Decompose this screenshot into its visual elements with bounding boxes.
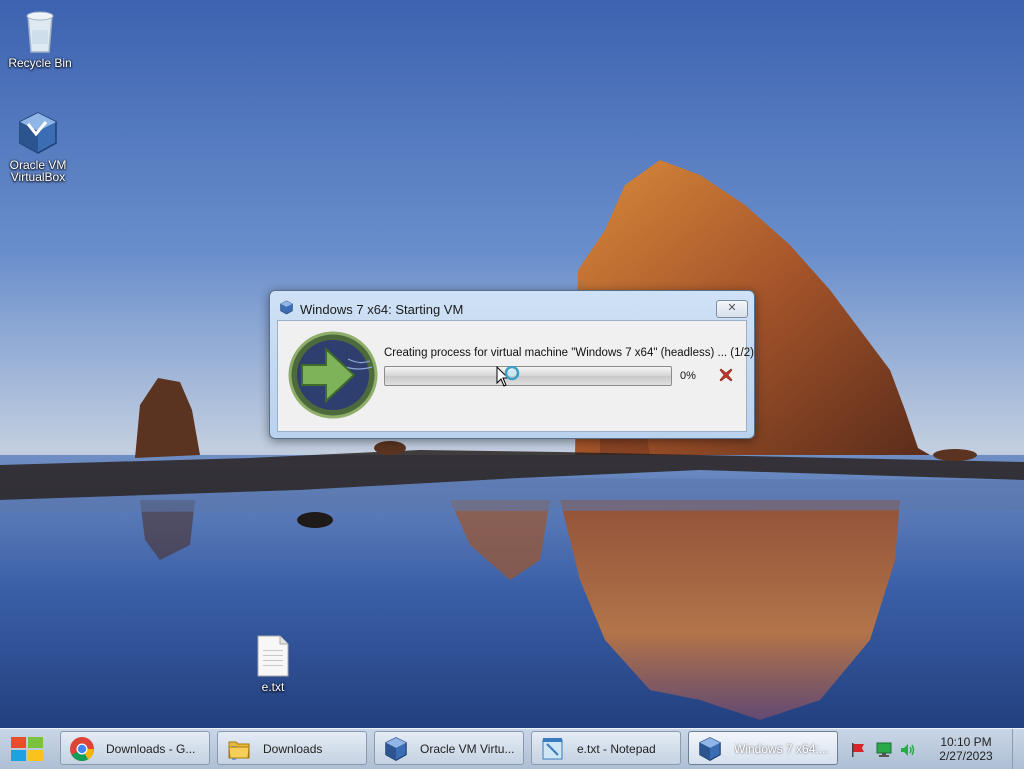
taskbar-clock[interactable]: 10:10 PM 2/27/2023 [928, 735, 1004, 763]
busy-cursor-icon [496, 366, 520, 387]
dialog-titlebar[interactable]: Windows 7 x64: Starting VM ✕ [270, 291, 754, 319]
start-vm-arrow-icon [288, 331, 378, 419]
desktop-icon-virtualbox[interactable]: Oracle VM VirtualBox [0, 110, 78, 183]
taskbar-item-virtualbox-manager[interactable]: Oracle VM Virtu... [374, 731, 524, 765]
close-icon: ✕ [727, 302, 737, 314]
text-file-icon [257, 635, 289, 677]
desktop-icon-label: Oracle VM VirtualBox [9, 158, 67, 184]
folder-icon [228, 741, 250, 760]
taskbar-item-explorer[interactable]: Downloads [217, 731, 367, 765]
taskbar-item-label: Oracle VM Virtu... [420, 742, 515, 756]
chrome-icon [70, 737, 94, 762]
taskbar-item-notepad[interactable]: e.txt - Notepad [531, 731, 681, 765]
clock-date: 2/27/2023 [939, 749, 993, 763]
virtualbox-icon [385, 737, 407, 761]
virtualbox-icon [280, 300, 293, 315]
virtualbox-icon [19, 112, 57, 154]
taskbar: Downloads - G... Downloads Oracle VM Vir… [0, 728, 1024, 769]
show-desktop-button[interactable] [1012, 729, 1024, 769]
dialog-title: Windows 7 x64: Starting VM [300, 302, 464, 317]
clock-time: 10:10 PM [940, 735, 992, 749]
windows-start-icon[interactable] [8, 734, 46, 764]
desktop-icon-recycle-bin[interactable]: Recycle Bin [0, 8, 80, 69]
taskbar-item-label: e.txt - Notepad [577, 742, 656, 756]
progress-bar [384, 366, 672, 386]
network-icon[interactable] [876, 742, 892, 758]
desktop-icon-label: Recycle Bin [8, 56, 72, 70]
progress-percent: 0% [680, 370, 696, 382]
cancel-icon[interactable] [718, 367, 734, 383]
starting-vm-dialog: Windows 7 x64: Starting VM ✕ Creating pr… [269, 290, 755, 439]
taskbar-item-starting-vm[interactable]: Windows 7 x64:... [688, 731, 838, 765]
recycle-bin-icon [26, 11, 54, 53]
taskbar-item-chrome[interactable]: Downloads - G... [60, 731, 210, 765]
dialog-close-button[interactable]: ✕ [716, 300, 748, 318]
taskbar-item-label: Windows 7 x64:... [734, 742, 829, 756]
action-center-flag-icon[interactable] [850, 742, 866, 758]
desktop-icon-e-txt[interactable]: e.txt [233, 634, 313, 693]
progress-message: Creating process for virtual machine "Wi… [384, 347, 754, 359]
notepad-icon [542, 738, 563, 760]
taskbar-item-label: Downloads [263, 742, 323, 756]
taskbar-item-label: Downloads - G... [106, 742, 196, 756]
desktop-icon-label: e.txt [261, 680, 285, 694]
virtualbox-icon [699, 737, 721, 761]
volume-icon[interactable] [900, 742, 916, 758]
